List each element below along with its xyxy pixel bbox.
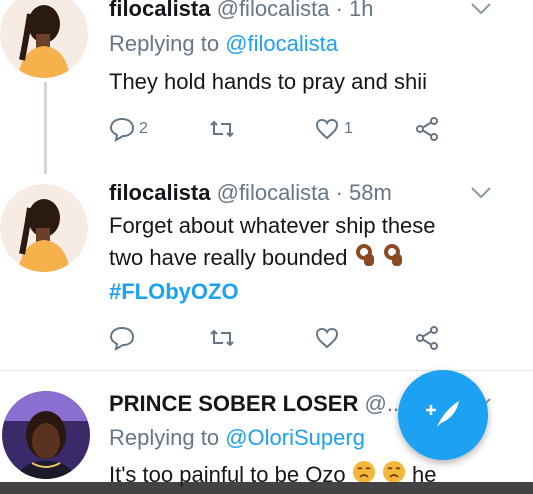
like-icon <box>315 327 339 349</box>
replying-to-handle[interactable]: @OloriSuperg <box>225 425 365 450</box>
tweet-header: filocalista @filocalista · 1h <box>109 0 374 22</box>
like-count: 1 <box>344 120 353 137</box>
tweet-text: Forget about whatever ship these two hav… <box>109 210 509 308</box>
display-name[interactable]: PRINCE SOBER LOSER <box>109 391 358 416</box>
share-icon <box>416 117 438 141</box>
retweet-button[interactable] <box>209 324 239 352</box>
replying-to-handle[interactable]: @filocalista <box>225 31 338 56</box>
tweet-text-line-2-content: two have really bounded <box>109 245 348 270</box>
display-name[interactable]: filocalista <box>109 180 210 205</box>
retweet-icon <box>210 120 234 138</box>
tweet-actions <box>109 324 449 352</box>
chevron-down-icon[interactable] <box>470 2 492 16</box>
tweet-2[interactable]: filocalista @filocalista · 58m Forget ab… <box>0 170 533 370</box>
replying-prefix: Replying to <box>109 425 220 450</box>
compose-tweet-icon <box>426 401 459 427</box>
display-name[interactable]: filocalista <box>109 0 210 21</box>
ok-hand-emoji-icon <box>354 243 376 276</box>
tweet-1[interactable]: filocalista @filocalista · 1h Replying t… <box>0 0 533 174</box>
tweet-header: filocalista @filocalista · 58m <box>109 180 392 206</box>
like-button[interactable]: 1 <box>314 115 353 143</box>
like-icon <box>315 118 339 140</box>
thread-line <box>44 82 47 174</box>
reply-button[interactable]: 2 <box>109 115 148 143</box>
ok-hand-emoji-icon <box>382 243 404 276</box>
tweet-text-line-1: Forget about whatever ship these <box>109 213 436 238</box>
tweet-text: They hold hands to pray and shii <box>109 69 427 94</box>
chevron-down-icon[interactable] <box>470 186 492 200</box>
tweet-header: PRINCE SOBER LOSER @... <box>109 391 405 417</box>
share-button[interactable] <box>414 324 440 352</box>
user-handle[interactable]: @filocalista <box>217 180 330 205</box>
replying-to: Replying to @OloriSuperg <box>109 425 365 451</box>
bottom-overlay-bar <box>0 482 533 494</box>
hashtag-link[interactable]: #FLObyOZO <box>109 276 509 308</box>
avatar[interactable] <box>0 184 88 272</box>
timestamp[interactable]: 1h <box>349 0 373 21</box>
user-handle[interactable]: @filocalista <box>217 0 330 21</box>
avatar[interactable] <box>0 0 88 78</box>
tweet-text-line-2: two have really bounded <box>109 242 509 276</box>
replying-to: Replying to @filocalista <box>109 31 338 57</box>
reply-count: 2 <box>139 120 148 137</box>
avatar[interactable] <box>2 391 90 479</box>
reply-icon <box>109 117 135 142</box>
compose-tweet-button[interactable] <box>398 370 488 460</box>
share-button[interactable] <box>414 115 440 143</box>
retweet-button[interactable] <box>209 115 239 143</box>
separator-dot: · <box>335 0 343 21</box>
tweet-actions: 2 1 <box>109 115 449 143</box>
reply-button[interactable] <box>109 324 139 352</box>
retweet-icon <box>210 329 234 347</box>
replying-prefix: Replying to <box>109 31 220 56</box>
reply-icon <box>109 326 135 351</box>
share-icon <box>416 326 438 350</box>
separator-dot: · <box>335 180 343 205</box>
timestamp[interactable]: 58m <box>349 180 392 205</box>
like-button[interactable] <box>314 324 344 352</box>
